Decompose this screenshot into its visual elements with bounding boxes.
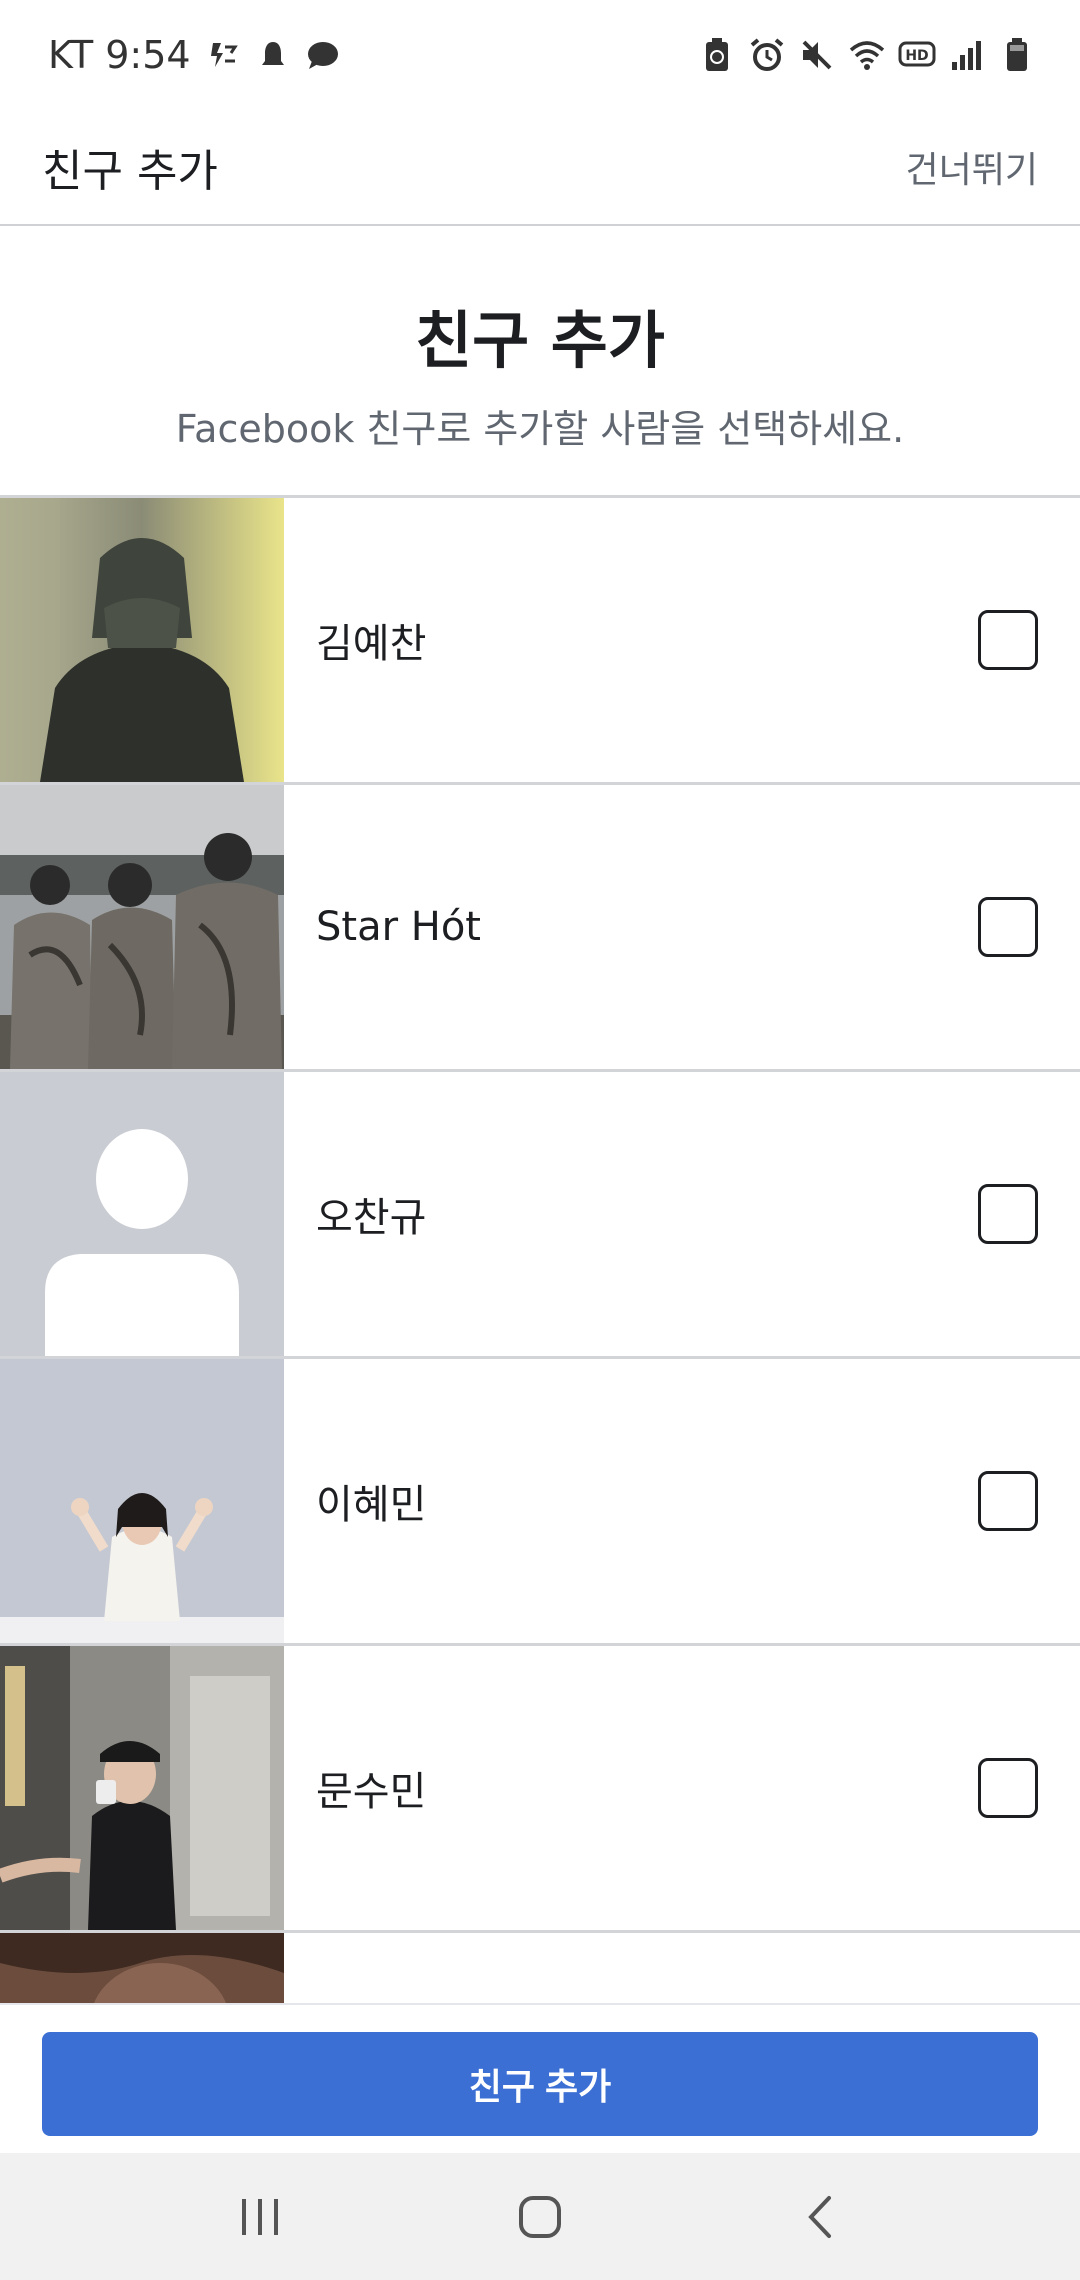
notification-icon <box>255 37 291 73</box>
friend-row[interactable]: 오찬규 <box>0 1072 1080 1359</box>
friend-row[interactable]: 이혜민 <box>0 1359 1080 1646</box>
friend-checkbox[interactable] <box>978 1471 1038 1531</box>
mute-icon <box>798 36 836 74</box>
friend-name: 김예찬 <box>316 621 427 667</box>
wifi-icon <box>848 36 886 74</box>
friend-avatar <box>0 1359 284 1643</box>
status-left: KT 9:54 <box>48 33 341 77</box>
alarm-icon <box>748 36 786 74</box>
friend-checkbox[interactable] <box>978 897 1038 957</box>
friend-avatar <box>0 1072 284 1356</box>
add-friends-button[interactable]: 친구 추가 <box>42 2032 1038 2136</box>
friend-checkbox[interactable] <box>978 1184 1038 1244</box>
flash-off-icon <box>205 37 241 73</box>
status-bar: KT 9:54 HD <box>0 0 1080 110</box>
friend-avatar <box>0 498 284 782</box>
friend-list[interactable]: 김예찬 Star Hót 오찬규 이혜민 문수민 <box>0 498 1080 2003</box>
intro-title: 친구 추가 <box>415 304 665 377</box>
friend-row[interactable]: 김예찬 <box>0 498 1080 785</box>
friend-name: Star Hót <box>316 904 481 950</box>
friend-row[interactable]: 문수민 <box>0 1646 1080 1933</box>
intro-subtitle: Facebook 친구로 추가할 사람을 선택하세요. <box>175 407 905 451</box>
svg-text:HD: HD <box>905 48 928 64</box>
status-right: HD <box>698 36 1036 74</box>
bottom-action-bar: 친구 추가 <box>0 2003 1080 2153</box>
header-title: 친구 추가 <box>42 146 218 197</box>
friend-checkbox[interactable] <box>978 1758 1038 1818</box>
chat-icon <box>305 37 341 73</box>
app-header: 친구 추가 건너뛰기 <box>0 110 1080 226</box>
friend-name: 이혜민 <box>316 1482 427 1528</box>
hd-icon: HD <box>898 36 936 74</box>
battery-saver-icon <box>698 36 736 74</box>
friend-name: 오찬규 <box>316 1195 427 1241</box>
friend-row[interactable] <box>0 1933 1080 2003</box>
signal-icon <box>948 36 986 74</box>
friend-avatar <box>0 1646 284 1930</box>
home-icon[interactable] <box>490 2167 590 2267</box>
friend-avatar <box>0 785 284 1069</box>
friend-avatar <box>0 1933 284 2003</box>
friend-checkbox[interactable] <box>978 610 1038 670</box>
friend-row[interactable]: Star Hót <box>0 785 1080 1072</box>
battery-icon <box>998 36 1036 74</box>
system-nav-bar <box>0 2153 1080 2280</box>
friend-name: 문수민 <box>316 1769 427 1815</box>
carrier-time: KT 9:54 <box>48 33 191 77</box>
skip-button[interactable]: 건너뛰기 <box>906 141 1038 193</box>
intro-section: 친구 추가 Facebook 친구로 추가할 사람을 선택하세요. <box>0 228 1080 498</box>
back-icon[interactable] <box>770 2167 870 2267</box>
recent-apps-icon[interactable] <box>210 2167 310 2267</box>
